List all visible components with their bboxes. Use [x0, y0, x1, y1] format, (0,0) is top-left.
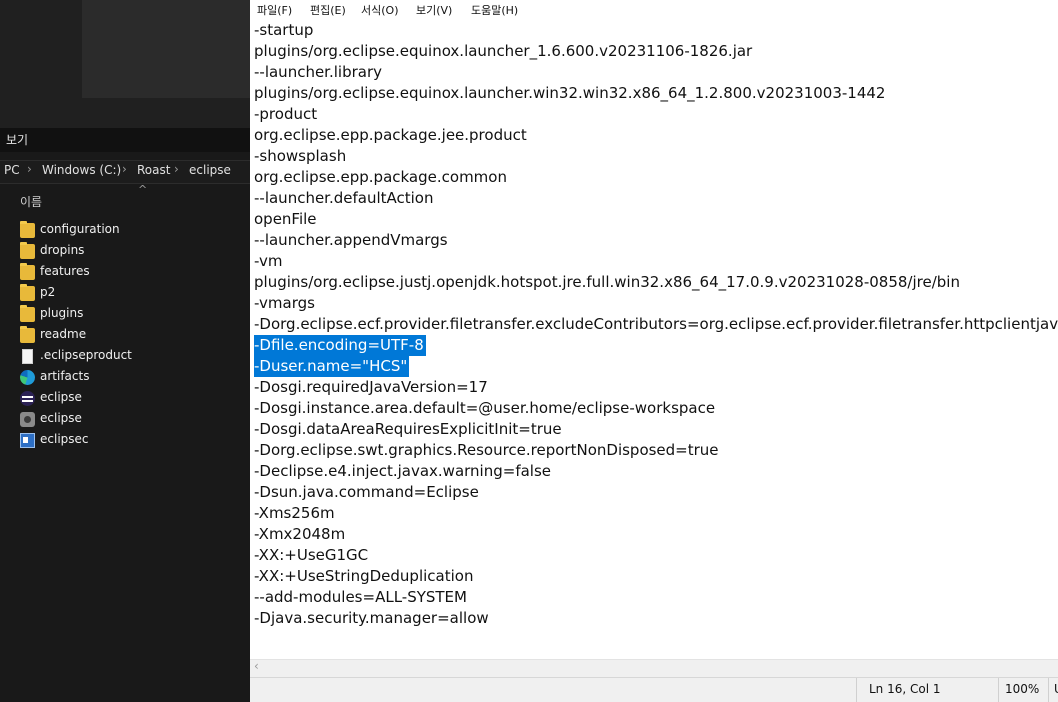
file-name: .eclipseproduct: [40, 348, 132, 362]
text-line[interactable]: -Dosgi.requiredJavaVersion=17: [254, 377, 488, 398]
breadcrumb-eclipse[interactable]: eclipse: [189, 163, 231, 177]
text-line[interactable]: -Xms256m: [254, 503, 335, 524]
file-item-eclipse-ini[interactable]: eclipse: [16, 409, 246, 430]
zoom-level: 100%: [1005, 682, 1040, 696]
folder-icon: [20, 284, 35, 301]
text-line[interactable]: -Dorg.eclipse.swt.graphics.Resource.repo…: [254, 440, 719, 461]
text-line[interactable]: -XX:+UseG1GC: [254, 545, 368, 566]
file-name: eclipse: [40, 411, 82, 425]
menu-file[interactable]: 파일(F): [257, 2, 292, 18]
menu-format[interactable]: 서식(O): [361, 2, 398, 18]
encoding-indicator: U: [1054, 682, 1058, 696]
file-name: features: [40, 264, 90, 278]
explorer-header-dark: [0, 0, 82, 98]
text-line[interactable]: --launcher.appendVmargs: [254, 230, 448, 251]
text-line[interactable]: -vm: [254, 251, 283, 272]
text-line[interactable]: -startup: [254, 20, 313, 41]
breadcrumb-drive[interactable]: Windows (C:): [42, 163, 121, 177]
text-line[interactable]: --launcher.defaultAction: [254, 188, 434, 209]
folder-icon: [20, 305, 35, 322]
file-item-dropins[interactable]: dropins: [16, 241, 246, 262]
selected-text-line[interactable]: -Duser.name="HCS": [254, 356, 410, 377]
text-line[interactable]: --add-modules=ALL-SYSTEM: [254, 587, 467, 608]
text-line[interactable]: openFile: [254, 209, 317, 230]
file-item-artifacts[interactable]: artifacts: [16, 367, 246, 388]
console-app-icon: [20, 433, 35, 448]
chevron-right-icon: ›: [27, 162, 32, 176]
file-item-features[interactable]: features: [16, 262, 246, 283]
folder-icon: [20, 221, 35, 238]
file-explorer-window: 보기 PC › Windows (C:) › Roast › eclipse ^…: [0, 0, 250, 702]
selected-text-line[interactable]: -Dfile.encoding=UTF-8: [254, 335, 426, 356]
explorer-menubar: [0, 128, 250, 152]
chevron-right-icon: ›: [122, 162, 127, 176]
file-name: dropins: [40, 243, 85, 257]
settings-file-icon: [20, 412, 35, 427]
explorer-menu-view[interactable]: 보기: [6, 131, 28, 148]
status-divider: [1048, 678, 1049, 702]
file-item-configuration[interactable]: configuration: [16, 220, 246, 241]
file-item-eclipse-exe[interactable]: eclipse: [16, 388, 246, 409]
edge-icon: [20, 370, 35, 385]
sort-ascending-icon[interactable]: ^: [138, 183, 147, 196]
status-bar: Ln 16, Col 1 100% U: [250, 677, 1058, 702]
text-line[interactable]: -product: [254, 104, 317, 125]
document-icon: [22, 349, 33, 364]
file-name: artifacts: [40, 369, 90, 383]
menu-help[interactable]: 도움말(H): [471, 2, 518, 18]
file-item-p2[interactable]: p2: [16, 283, 246, 304]
breadcrumb-roast[interactable]: Roast: [137, 163, 170, 177]
file-item-eclipsec[interactable]: eclipsec: [16, 430, 246, 451]
notepad-window: 파일(F) 편집(E) 서식(O) 보기(V) 도움말(H) -startup p…: [250, 0, 1058, 702]
file-name: p2: [40, 285, 56, 299]
cursor-position: Ln 16, Col 1: [869, 682, 941, 696]
text-editor-area[interactable]: -startup plugins/org.eclipse.equinox.laun…: [250, 19, 1058, 659]
file-name: eclipse: [40, 390, 82, 404]
file-item-readme[interactable]: readme: [16, 325, 246, 346]
text-line[interactable]: org.eclipse.epp.package.common: [254, 167, 507, 188]
text-line[interactable]: -Xmx2048m: [254, 524, 345, 545]
text-line[interactable]: -Dorg.eclipse.ecf.provider.filetransfer.…: [254, 314, 1058, 335]
text-line[interactable]: -showsplash: [254, 146, 346, 167]
menu-edit[interactable]: 편집(E): [310, 2, 346, 18]
folder-icon: [20, 326, 35, 343]
file-name: plugins: [40, 306, 84, 320]
status-divider: [998, 678, 999, 702]
breadcrumb-pc[interactable]: PC: [4, 163, 20, 177]
text-line[interactable]: plugins/org.eclipse.equinox.launcher_1.6…: [254, 41, 752, 62]
file-name: readme: [40, 327, 87, 341]
text-line[interactable]: -Dosgi.instance.area.default=@user.home/…: [254, 398, 715, 419]
notepad-menubar: 파일(F) 편집(E) 서식(O) 보기(V) 도움말(H): [250, 0, 1058, 19]
column-header-name[interactable]: 이름: [20, 193, 42, 210]
file-item-eclipseproduct[interactable]: .eclipseproduct: [16, 346, 246, 367]
horizontal-scrollbar[interactable]: ‹: [250, 659, 1058, 677]
file-name: configuration: [40, 222, 120, 236]
text-line[interactable]: -Dosgi.dataAreaRequiresExplicitInit=true: [254, 419, 562, 440]
status-divider: [856, 678, 857, 702]
scroll-left-icon[interactable]: ‹: [254, 659, 259, 673]
file-name: eclipsec: [40, 432, 89, 446]
menu-view[interactable]: 보기(V): [416, 2, 452, 18]
text-line[interactable]: org.eclipse.epp.package.jee.product: [254, 125, 527, 146]
text-line[interactable]: -Dsun.java.command=Eclipse: [254, 482, 479, 503]
text-line[interactable]: plugins/org.eclipse.justj.openjdk.hotspo…: [254, 272, 960, 293]
text-line[interactable]: -vmargs: [254, 293, 315, 314]
folder-icon: [20, 263, 35, 280]
text-line[interactable]: plugins/org.eclipse.equinox.launcher.win…: [254, 83, 885, 104]
eclipse-icon: [20, 391, 35, 406]
folder-icon: [20, 242, 35, 259]
explorer-header-gray: [82, 0, 250, 98]
explorer-toolbar-band: [0, 98, 250, 128]
text-line[interactable]: -XX:+UseStringDeduplication: [254, 566, 473, 587]
explorer-separator: [0, 152, 250, 159]
text-line[interactable]: --launcher.library: [254, 62, 382, 83]
chevron-right-icon: ›: [174, 162, 179, 176]
text-line[interactable]: -Djava.security.manager=allow: [254, 608, 489, 629]
text-line[interactable]: -Declipse.e4.inject.javax.warning=false: [254, 461, 551, 482]
file-item-plugins[interactable]: plugins: [16, 304, 246, 325]
